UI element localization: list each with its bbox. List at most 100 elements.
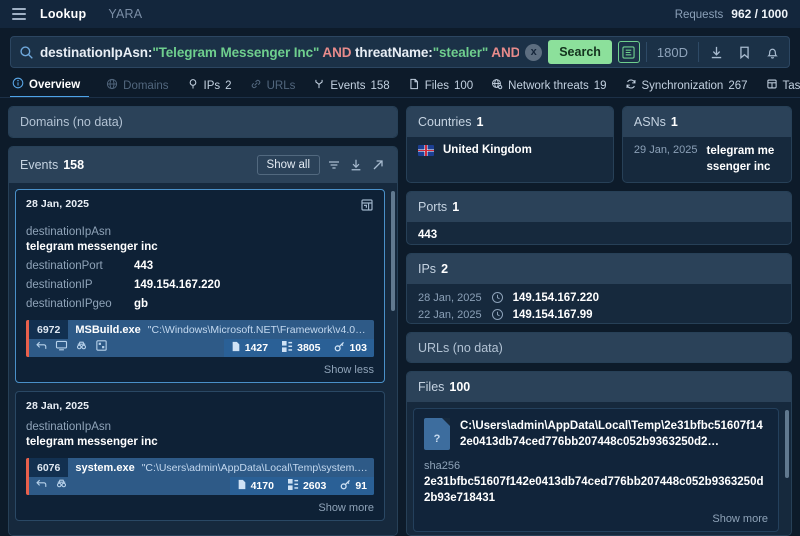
event-field-key: destinationIPgeo — [26, 298, 112, 310]
process-stats: 1427 3805 103 — [223, 339, 374, 357]
events-list[interactable]: 28 Jan, 2025 destinationIpAsn telegram m… — [9, 183, 397, 535]
process-header: 6972 MSBuild.exe "C:\Windows\Microsoft.N… — [29, 320, 374, 339]
bookmark-icon[interactable] — [733, 41, 755, 63]
monitor-icon[interactable] — [55, 339, 68, 357]
stat-value: 2603 — [302, 480, 327, 492]
tab-events[interactable]: Events 158 — [304, 74, 398, 97]
expand-icon[interactable] — [369, 157, 386, 174]
arrow-return-icon[interactable] — [35, 477, 48, 495]
show-all-button[interactable]: Show all — [256, 155, 320, 175]
ports-panel-count: 1 — [452, 200, 460, 215]
ip-row[interactable]: 22 Jan, 2025 149.154.167.99 — [407, 306, 791, 323]
ports-panel-title: Ports — [418, 200, 448, 215]
ports-panel: Ports 1 443 — [406, 191, 792, 246]
tab-label: Synchronization — [641, 79, 724, 92]
search-input[interactable]: destinationIpAsn:"Telegram Messenger Inc… — [40, 45, 519, 60]
stat-value: 91 — [355, 480, 367, 492]
country-row[interactable]: United Kingdom — [407, 137, 613, 163]
pin-icon — [187, 78, 199, 93]
ips-panel-count: 2 — [441, 262, 449, 277]
asns-panel: ASNs 1 29 Jan, 2025 telegram messenger i… — [621, 106, 792, 184]
arrow-return-icon[interactable] — [35, 339, 48, 357]
top-bar: Lookup YARA Requests 962 / 1000 — [0, 0, 800, 28]
clock-icon — [491, 308, 504, 321]
stat-value: 4170 — [250, 480, 274, 492]
query-part-0: destinationIpAsn: — [40, 44, 153, 60]
copy-to-icon[interactable] — [360, 198, 374, 217]
event-card[interactable]: 28 Jan, 2025 destinationIpAsn telegram m… — [15, 189, 385, 383]
gb-flag-icon — [418, 144, 434, 156]
process-name: MSBuild.exe — [75, 323, 141, 336]
requests-counter: Requests 962 / 1000 — [675, 7, 788, 21]
ip-row[interactable]: 28 Jan, 2025 149.154.167.220 — [407, 284, 791, 306]
info-icon — [12, 77, 24, 92]
ips-panel-title: IPs — [418, 262, 437, 277]
process-block[interactable]: 6076 system.exe "C:\Users\admin\AppData\… — [26, 458, 374, 495]
tab-network-threats[interactable]: Network threats 19 — [482, 74, 615, 97]
sync-icon — [625, 78, 637, 93]
tab-files[interactable]: Files 100 — [399, 74, 482, 97]
query-part-5: AND — [488, 44, 520, 60]
scan-icon[interactable] — [95, 339, 108, 357]
hamburger-icon[interactable] — [12, 8, 26, 20]
period-selector[interactable]: 180D — [653, 45, 692, 60]
asn-row[interactable]: 29 Jan, 2025 telegram messenger inc — [623, 137, 791, 182]
process-pid: 6076 — [29, 458, 69, 477]
search-bar[interactable]: destinationIpAsn:"Telegram Messenger Inc… — [10, 36, 790, 68]
incognito-icon[interactable] — [55, 477, 68, 495]
download-icon[interactable] — [347, 157, 364, 174]
tab-label: Task — [782, 79, 800, 92]
show-more-toggle[interactable]: Show more — [26, 502, 374, 514]
stat-files: 4170 — [229, 477, 281, 495]
events-panel-count: 158 — [63, 158, 85, 172]
query-builder-icon[interactable] — [617, 41, 640, 63]
ips-panel-header: IPs 2 — [407, 254, 791, 285]
module-icon — [340, 479, 351, 493]
stat-registry: 2603 — [280, 477, 334, 495]
tab-domains[interactable]: Domains — [97, 74, 177, 97]
countries-panel: Countries 1 United Kingdom — [406, 106, 614, 184]
port-row[interactable]: 443 — [407, 222, 791, 244]
files-scrollbar[interactable] — [785, 409, 789, 535]
left-column: Domains (no data) Events 158 Show all 28… — [8, 106, 398, 536]
asns-panel-header: ASNs 1 — [622, 107, 791, 137]
event-date: 28 Jan, 2025 — [26, 198, 90, 210]
process-actions: 1427 3805 103 — [29, 339, 374, 357]
files-panel-title: Files — [418, 379, 445, 394]
files-list[interactable]: ? C:\Users\admin\AppData\Local\Temp\2e31… — [407, 401, 791, 535]
event-asn-value: telegram messenger inc — [26, 241, 158, 253]
tab-ips[interactable]: IPs 2 — [178, 74, 241, 97]
process-header: 6076 system.exe "C:\Users\admin\AppData\… — [29, 458, 374, 477]
download-icon[interactable] — [705, 41, 727, 63]
process-stats: 4170 2603 91 — [229, 477, 374, 495]
tab-label: Network threats — [508, 79, 589, 92]
show-less-toggle[interactable]: Show less — [26, 364, 374, 376]
nav-tab-yara[interactable]: YARA — [104, 7, 146, 21]
file-card[interactable]: ? C:\Users\admin\AppData\Local\Temp\2e31… — [413, 407, 779, 533]
show-more-toggle[interactable]: Show more — [424, 513, 768, 525]
incognito-icon[interactable] — [75, 339, 88, 357]
tab-synchronization[interactable]: Synchronization 267 — [616, 74, 757, 97]
process-block[interactable]: 6972 MSBuild.exe "C:\Windows\Microsoft.N… — [26, 320, 374, 357]
clear-search-icon[interactable]: x — [525, 43, 543, 61]
events-panel: Events 158 Show all 28 Jan, 2025 destina… — [8, 146, 398, 536]
ip-date: 28 Jan, 2025 — [418, 291, 482, 304]
ips-panel: IPs 2 28 Jan, 2025 149.154.167.220 22 Ja… — [406, 253, 792, 325]
task-icon — [766, 78, 778, 93]
events-scrollbar[interactable] — [391, 191, 395, 527]
process-name: system.exe — [75, 461, 135, 474]
tab-urls[interactable]: URLs — [241, 74, 305, 97]
search-icon — [19, 45, 34, 60]
filter-icon[interactable] — [325, 157, 342, 174]
tab-overview[interactable]: Overview — [10, 74, 90, 97]
divider — [645, 42, 647, 62]
event-card[interactable]: 28 Jan, 2025 destinationIpAsn telegram m… — [15, 391, 385, 521]
port-value: 443 — [418, 229, 438, 242]
file-unknown-icon: ? — [424, 417, 450, 450]
search-button[interactable]: Search — [548, 40, 612, 64]
tab-task[interactable]: Task — [757, 74, 800, 97]
nav-tab-lookup[interactable]: Lookup — [36, 7, 90, 21]
event-field-key: destinationIP — [26, 279, 93, 291]
globe-icon — [106, 78, 118, 93]
bell-icon[interactable] — [761, 41, 783, 63]
